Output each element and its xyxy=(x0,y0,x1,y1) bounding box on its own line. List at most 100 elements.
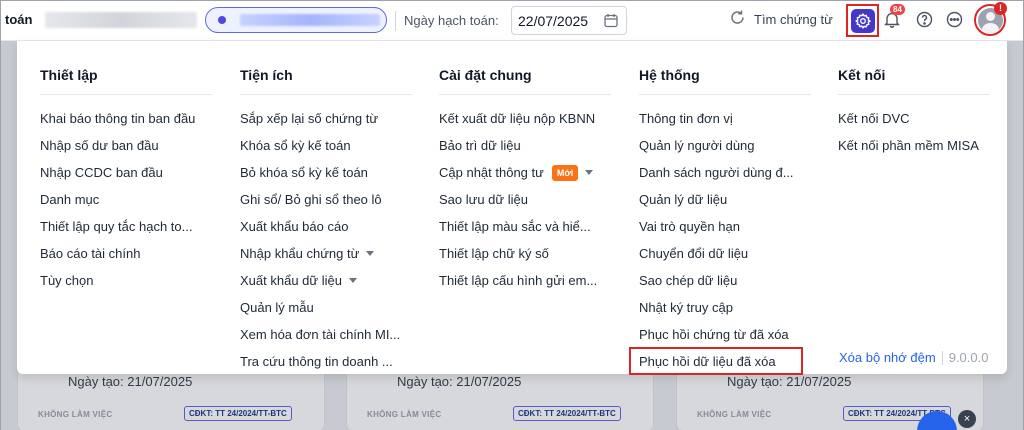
menu-item-label: Thiết lập quy tắc hạch to... xyxy=(40,219,193,234)
menu-item-label: Nhập CCDC ban đầu xyxy=(40,165,163,180)
app-title: toán xyxy=(5,12,33,27)
menu-item[interactable]: Xem hóa đơn tài chính MI... xyxy=(240,325,412,352)
menu-item[interactable]: Thiết lập chữ ký số xyxy=(439,244,611,271)
menu-item[interactable]: Sao chép dữ liệu xyxy=(639,271,811,298)
help-button[interactable] xyxy=(916,11,933,33)
menu-item[interactable]: Tra cứu thông tin doanh ... xyxy=(240,352,412,379)
more-dots-icon xyxy=(946,11,963,32)
menu-item-label: Kết nối DVC xyxy=(838,111,910,126)
company-name-redacted xyxy=(45,12,197,28)
divider xyxy=(395,11,396,31)
menu-column-title: Cài đặt chung xyxy=(439,67,611,95)
menu-item[interactable]: Thiết lập màu sắc và hiể... xyxy=(439,217,611,244)
version-label: 9.0.0.0 xyxy=(948,350,989,365)
menu-item-label: Danh mục xyxy=(40,192,100,207)
menu-column-connections: Kết nối Kết nối DVC Kết nối phần mềm MIS… xyxy=(838,67,990,163)
menu-item-label: Xuất khẩu báo cáo xyxy=(240,219,349,234)
menu-item[interactable]: Xuất khẩu báo cáo xyxy=(240,217,412,244)
database-name-redacted xyxy=(240,14,380,26)
posting-date-value: 22/07/2025 xyxy=(518,12,589,29)
menu-item[interactable]: Ghi sổ/ Bỏ ghi sổ theo lô xyxy=(240,190,412,217)
menu-item[interactable]: Chuyển đổi dữ liệu xyxy=(639,244,811,271)
caret-down-icon xyxy=(585,170,594,175)
menu-item-label: Ghi sổ/ Bỏ ghi sổ theo lô xyxy=(240,192,382,207)
menu-item-label: Kết nối phần mềm MISA xyxy=(838,138,979,153)
menu-item-label: Khóa sổ kỳ kế toán xyxy=(240,138,351,153)
menu-column-title: Kết nối xyxy=(838,67,990,95)
menu-item-update-circular[interactable]: Cập nhật thông tư Mới xyxy=(439,163,611,190)
menu-item-label: Nhập khẩu chứng từ xyxy=(240,246,360,261)
menu-item[interactable]: Nhập số dư ban đầu xyxy=(40,136,212,163)
menu-item-label: Thông tin đơn vị xyxy=(639,111,733,126)
menu-item-label: Thiết lập cấu hình gửi em... xyxy=(439,273,598,288)
menu-item[interactable]: Kết nối DVC xyxy=(838,109,990,136)
menu-item-label: Kết xuất dữ liệu nộp KBNN xyxy=(439,111,596,126)
menu-item[interactable]: Quản lý người dùng xyxy=(639,136,811,163)
menu-item-label: Thiết lập chữ ký số xyxy=(439,246,549,261)
menu-item-restore-deleted-data[interactable]: Phục hồi dữ liệu đã xóa xyxy=(629,347,811,379)
menu-item[interactable]: Nhật ký truy cập xyxy=(639,298,811,325)
menu-item-label: Quản lý mẫu xyxy=(240,300,314,315)
menu-column-general-settings: Cài đặt chung Kết xuất dữ liệu nộp KBNN … xyxy=(439,67,611,298)
menu-item[interactable]: Báo cáo tài chính xyxy=(40,244,212,271)
calendar-icon[interactable] xyxy=(604,13,618,31)
menu-item[interactable]: Bỏ khóa sổ kỳ kế toán xyxy=(240,163,412,190)
menu-item-label: Bỏ khóa sổ kỳ kế toán xyxy=(240,165,368,180)
settings-button[interactable] xyxy=(846,4,879,37)
menu-item-label: Tra cứu thông tin doanh ... xyxy=(240,354,393,369)
menu-item[interactable]: Bảo trì dữ liệu xyxy=(439,136,611,163)
menu-item-label: Sao lưu dữ liệu xyxy=(439,192,528,207)
menu-item[interactable]: Tùy chọn xyxy=(40,271,212,298)
menu-item[interactable]: Danh sách người dùng đ... xyxy=(639,163,811,190)
clear-cache-link[interactable]: Xóa bộ nhớ đệm xyxy=(839,350,936,365)
caret-down-icon xyxy=(366,251,375,256)
menu-item[interactable]: Thông tin đơn vị xyxy=(639,109,811,136)
menu-item[interactable]: Nhập CCDC ban đầu xyxy=(40,163,212,190)
menu-item-import-vouchers[interactable]: Nhập khẩu chứng từ xyxy=(240,244,412,271)
menu-item-label: Xem hóa đơn tài chính MI... xyxy=(240,327,401,342)
menu-column-setup: Thiết lập Khai báo thông tin ban đầu Nhậ… xyxy=(40,67,212,298)
menu-item[interactable]: Sắp xếp lại số chứng từ xyxy=(240,109,412,136)
help-icon xyxy=(916,11,933,32)
menu-item-label: Khai báo thông tin ban đầu xyxy=(40,111,196,126)
menu-column-title: Tiện ích xyxy=(240,67,412,95)
close-icon[interactable]: × xyxy=(958,410,976,428)
database-selector[interactable] xyxy=(205,7,387,33)
menu-item[interactable]: Khóa sổ kỳ kế toán xyxy=(240,136,412,163)
menu-item[interactable]: Kết nối phần mềm MISA xyxy=(838,136,990,163)
menu-item[interactable]: Sao lưu dữ liệu xyxy=(439,190,611,217)
menu-item-label: Sao chép dữ liệu xyxy=(639,273,738,288)
top-bar: toán Ngày hạch toán: 22/07/2025 Tìm chứn… xyxy=(1,1,1023,41)
menu-item[interactable]: Thiết lập cấu hình gửi em... xyxy=(439,271,611,298)
more-button[interactable] xyxy=(946,11,963,33)
search-document-button[interactable]: Tìm chứng từ xyxy=(729,9,833,29)
menu-item[interactable]: Kết xuất dữ liệu nộp KBNN xyxy=(439,109,611,136)
menu-item[interactable]: Quản lý dữ liệu xyxy=(639,190,811,217)
menu-footer: Xóa bộ nhớ đệm 9.0.0.0 xyxy=(839,350,988,365)
menu-item[interactable]: Quản lý mẫu xyxy=(240,298,412,325)
bell-icon xyxy=(884,12,900,32)
menu-item-label: Tùy chọn xyxy=(40,273,94,288)
menu-column-title: Hệ thống xyxy=(639,67,811,95)
highlight-box xyxy=(629,347,803,375)
menu-item-label: Xuất khẩu dữ liệu xyxy=(240,273,342,288)
menu-item-label: Quản lý dữ liệu xyxy=(639,192,728,207)
search-document-label: Tìm chứng từ xyxy=(754,11,833,27)
menu-item[interactable]: Khai báo thông tin ban đầu xyxy=(40,109,212,136)
menu-item[interactable]: Danh mục xyxy=(40,190,212,217)
menu-column-title: Thiết lập xyxy=(40,67,212,95)
posting-date-input[interactable]: 22/07/2025 xyxy=(511,6,627,35)
menu-item-label: Danh sách người dùng đ... xyxy=(639,165,794,180)
menu-item[interactable]: Thiết lập quy tắc hạch to... xyxy=(40,217,212,244)
menu-item-label: Phục hồi chứng từ đã xóa xyxy=(639,327,789,342)
menu-item-label: Chuyển đổi dữ liệu xyxy=(639,246,749,261)
database-status-dot xyxy=(218,16,226,24)
menu-item-label: Nhập số dư ban đầu xyxy=(40,138,159,153)
user-avatar-button[interactable]: ! xyxy=(974,2,1007,36)
menu-item-export-data[interactable]: Xuất khẩu dữ liệu xyxy=(240,271,412,298)
menu-column-system: Hệ thống Thông tin đơn vị Quản lý người … xyxy=(629,67,811,379)
new-badge: Mới xyxy=(551,165,579,181)
menu-item-label: Cập nhật thông tư xyxy=(439,165,544,180)
notification-button[interactable]: 84 xyxy=(884,4,905,33)
menu-item[interactable]: Vai trò quyền hạn xyxy=(639,217,811,244)
